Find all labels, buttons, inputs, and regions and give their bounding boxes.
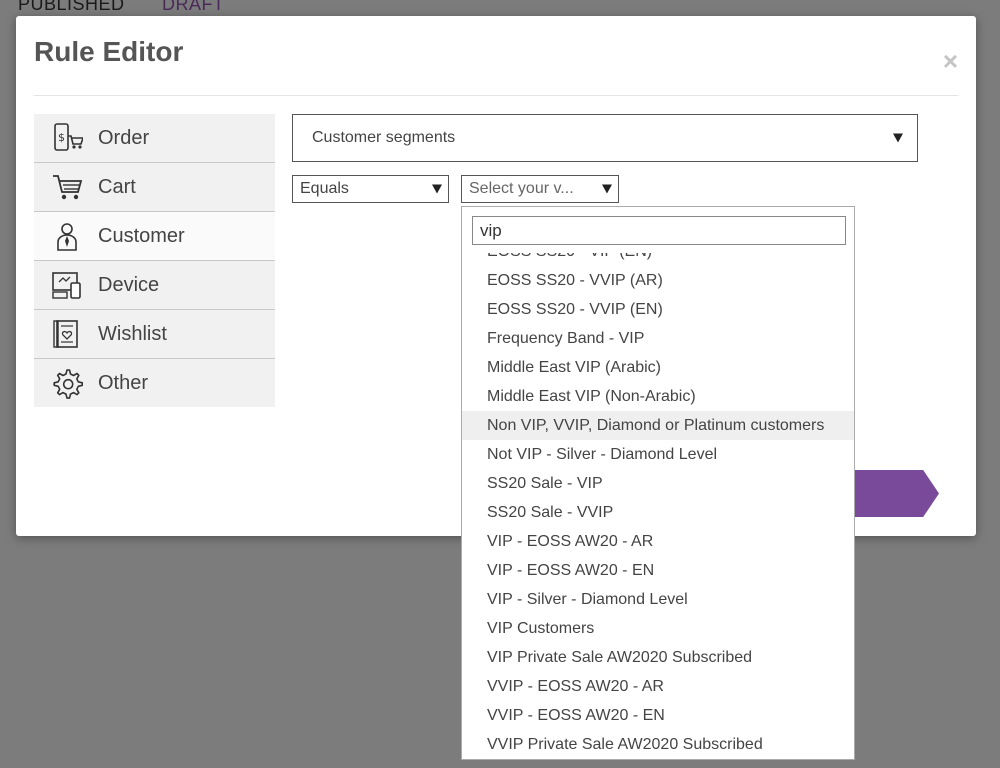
dropdown-search-input[interactable] (472, 216, 846, 245)
next-arrow-button[interactable] (851, 470, 939, 517)
dropdown-option[interactable]: VVIP - EOSS AW20 - AR (462, 672, 854, 701)
dropdown-option[interactable]: VVIP - EOSS AW20 - EN (462, 701, 854, 730)
segment-value-select[interactable]: Select your v... (461, 175, 619, 203)
sidebar-item-device[interactable]: Device (34, 261, 275, 310)
caret-down-icon (432, 184, 442, 194)
segment-value-dropdown: EOSS SS20 - VIP (EN)EOSS SS20 - VVIP (AR… (461, 206, 855, 760)
dropdown-option[interactable]: Middle East VIP (Arabic) (462, 353, 854, 382)
sidebar-item-label: Cart (98, 175, 136, 198)
modal-title: Rule Editor (34, 36, 184, 67)
gear-icon (50, 366, 84, 400)
operator-select[interactable]: Equals (292, 175, 449, 203)
rule-category-sidebar: $ Order Cart Customer Device Wishlist Ot… (34, 114, 275, 407)
sidebar-item-label: Wishlist (98, 322, 167, 345)
customer-icon (50, 219, 84, 253)
dropdown-option[interactable]: VIP - EOSS AW20 - AR (462, 527, 854, 556)
sidebar-item-label: Customer (98, 224, 185, 247)
dropdown-option[interactable]: SS20 Sale - VVIP (462, 498, 854, 527)
svg-text:$: $ (58, 131, 65, 144)
title-divider (34, 95, 958, 96)
dropdown-option-list[interactable]: EOSS SS20 - VIP (EN)EOSS SS20 - VVIP (AR… (462, 253, 854, 759)
dropdown-option[interactable]: EOSS SS20 - VIP (EN) (462, 253, 854, 266)
caret-down-icon (602, 184, 612, 194)
dropdown-option-list-inner: EOSS SS20 - VIP (EN)EOSS SS20 - VVIP (AR… (462, 253, 854, 759)
sidebar-item-customer[interactable]: Customer (34, 212, 275, 261)
operator-value: Equals (300, 180, 349, 197)
segment-type-value: Customer segments (312, 129, 456, 146)
dropdown-option[interactable]: Middle East VIP (Non-Arabic) (462, 382, 854, 411)
order-icon: $ (50, 121, 84, 155)
dropdown-option[interactable]: VIP - EOSS AW20 - EN (462, 556, 854, 585)
segment-type-select[interactable]: Customer segments (292, 114, 918, 162)
device-icon (50, 268, 84, 302)
sidebar-item-wishlist[interactable]: Wishlist (34, 310, 275, 359)
close-icon[interactable]: × (943, 48, 958, 74)
dropdown-option[interactable]: EOSS SS20 - VVIP (EN) (462, 295, 854, 324)
dropdown-option[interactable]: VIP Private Sale AW2020 Subscribed (462, 643, 854, 672)
dropdown-option[interactable]: VIP Customers (462, 614, 854, 643)
background-tabs: PUBLISHED DRAFT (0, 0, 1000, 16)
wishlist-icon (50, 317, 84, 351)
tab-draft[interactable]: DRAFT (162, 0, 225, 15)
dropdown-option[interactable]: EOSS SS20 - VVIP (AR) (462, 266, 854, 295)
sidebar-item-other[interactable]: Other (34, 359, 275, 407)
sidebar-item-label: Device (98, 273, 160, 296)
caret-down-icon (893, 133, 903, 143)
tab-published[interactable]: PUBLISHED (18, 0, 125, 15)
sidebar-item-label: Order (98, 126, 150, 149)
dropdown-option[interactable]: Frequency Band - VIP (462, 324, 854, 353)
dropdown-option[interactable]: Non VIP, VVIP, Diamond or Platinum custo… (462, 411, 854, 440)
dropdown-option[interactable]: VIP - Silver - Diamond Level (462, 585, 854, 614)
dropdown-option[interactable]: VVIP Private Sale AW2020 Subscribed (462, 730, 854, 759)
sidebar-item-cart[interactable]: Cart (34, 163, 275, 212)
segment-value-placeholder: Select your v... (469, 180, 574, 197)
sidebar-item-label: Other (98, 371, 149, 394)
cart-icon (50, 170, 84, 204)
sidebar-item-order[interactable]: $ Order (34, 114, 275, 163)
dropdown-option[interactable]: SS20 Sale - VIP (462, 469, 854, 498)
dropdown-option[interactable]: Not VIP - Silver - Diamond Level (462, 440, 854, 469)
